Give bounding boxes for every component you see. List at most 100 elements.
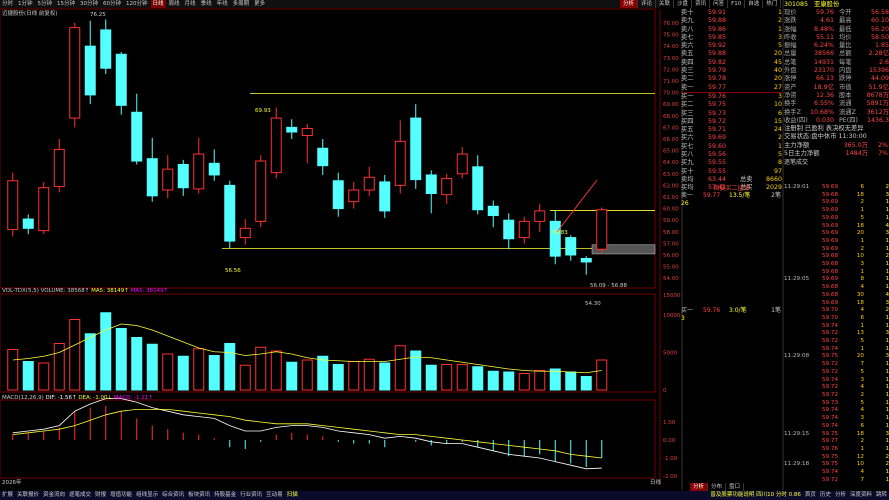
- tick-cell: 5: [860, 214, 864, 221]
- bottom-item-10[interactable]: 行业资讯: [238, 491, 264, 500]
- box-range-label: 56.09 - 56.88: [590, 283, 627, 289]
- tick-row: 59.68 30 4: [784, 292, 889, 300]
- candle-body: [69, 27, 81, 119]
- tick-cell: 59.68: [821, 191, 838, 198]
- candle-body: [146, 158, 158, 197]
- bottom-right-tab-1[interactable]: 分布: [708, 483, 727, 491]
- tick-cell: 59.68: [821, 291, 838, 298]
- macd-tick: 0.00: [663, 438, 676, 444]
- tick-cell: [784, 261, 812, 269]
- bid-volume: 15: [773, 117, 782, 125]
- quote-cell: 总笔: [784, 58, 797, 66]
- bottom-item-4[interactable]: 财报: [93, 491, 108, 500]
- tick-cell: 59.72: [821, 361, 838, 368]
- quote-cell: 每笔: [839, 58, 852, 66]
- candle-body: [208, 162, 220, 176]
- bottom-item-5[interactable]: 增值功能: [108, 491, 134, 500]
- bottom-right-item-1[interactable]: 历史: [818, 491, 833, 500]
- quote-cell: 换手: [784, 100, 797, 108]
- box-top-label: 59.83: [552, 230, 568, 236]
- quote-cell: 2.6: [878, 58, 889, 66]
- tick-cell: [784, 230, 812, 238]
- ask-price: 59.79: [708, 67, 727, 75]
- quote-cell: 均价: [839, 33, 852, 41]
- quote-cell: 51.9亿: [868, 83, 889, 91]
- tick-cell: 3: [860, 415, 864, 422]
- candle-body: [286, 126, 298, 133]
- bid-row: 买八 59.56 5: [681, 151, 782, 159]
- bottom-item-0[interactable]: 扩展: [0, 491, 15, 500]
- volume-bar: [456, 364, 468, 391]
- bottom-item-2[interactable]: 资金流向: [41, 491, 67, 500]
- bottom-item-7[interactable]: 综合资讯: [160, 491, 186, 500]
- bottom-right-item-3[interactable]: 深度资料: [848, 491, 874, 500]
- tick-cell: 59.69: [821, 230, 838, 237]
- ask-row: 卖三 59.79 40: [681, 67, 782, 75]
- bottom-item-9[interactable]: 持股基金: [212, 491, 238, 500]
- ask-price: 59.92: [708, 42, 727, 50]
- ask-label: 卖四: [681, 58, 694, 66]
- volume-bar: [301, 359, 313, 391]
- candle-body: [379, 181, 391, 212]
- tick-row: 59.74 1 1: [784, 346, 889, 354]
- quote-cell: 0.030: [815, 116, 834, 124]
- bid-price: 59.75: [708, 101, 727, 109]
- bid-price: 59.60: [708, 142, 727, 150]
- candle-body: [580, 257, 592, 263]
- quote-row: 收益(四) 0.030 PE(四) 1436.3: [784, 117, 889, 125]
- tick-cell: 59.77: [821, 438, 838, 445]
- tick-row: 59.75 12 2: [784, 454, 889, 462]
- quote-row: 外盘 23170 内盘 15396: [784, 67, 889, 75]
- volume-bar: [503, 371, 515, 391]
- bottom-item-1[interactable]: 关联报价: [15, 491, 41, 500]
- tick-cell: 1: [860, 237, 864, 244]
- tick-cell: 3: [885, 353, 889, 360]
- tick-cell: 2: [885, 184, 889, 190]
- tick-cell: 18: [856, 222, 864, 229]
- bottom-item-8[interactable]: 板块资讯: [186, 491, 212, 500]
- tick-cell: 59.74: [821, 345, 838, 352]
- bottom-right-item-4[interactable]: 跳转: [874, 491, 889, 500]
- stock-name[interactable]: 亚康股份: [814, 0, 839, 9]
- y-tick: 71.00: [663, 79, 679, 85]
- tick-row: 59.74 6 1: [784, 423, 889, 431]
- tick-cell: 2: [885, 253, 889, 260]
- tick-row: 59.74 4 1: [784, 407, 889, 415]
- macd-info: MACD(12,26,9) DIF: -1.56↑ DEA: -1.00↓ MA…: [2, 395, 153, 401]
- bottom-item-3[interactable]: 逐笔成交: [67, 491, 93, 500]
- volume-bar: [224, 343, 236, 391]
- quote-cell: 14931: [813, 58, 834, 66]
- vol-tick: 5000: [663, 351, 677, 357]
- quote-cell: 59.76: [815, 9, 834, 16]
- ask-price: 59.88: [708, 50, 727, 58]
- tick-row: 59.73 5 1: [784, 400, 889, 408]
- quote-row: 总笔 14931 每笔 2.6: [784, 59, 889, 67]
- y-tick: 59.00: [663, 218, 679, 224]
- tick-cell: [784, 438, 812, 446]
- tick-cell: 59.75: [821, 461, 838, 468]
- tick-cell: [784, 330, 812, 338]
- bid-volume: 97: [773, 167, 782, 175]
- ask-volume: 1: [777, 9, 782, 16]
- flow-value: 365.0万: [843, 141, 868, 149]
- bottom-right-item-2[interactable]: 分析: [833, 491, 848, 500]
- bottom-right-tab-2[interactable]: 盘口: [726, 483, 745, 491]
- tick-cell: 1: [885, 268, 889, 275]
- tick-cell: 59.74: [821, 415, 838, 422]
- tick-cell: 59.69: [821, 207, 838, 214]
- macd-val: MACD: -1.11↑: [113, 395, 153, 401]
- tick-list[interactable]: 11:29:01 59.69 6 2 59.68 18 3 59.69 2 1 59.69 1 1 59.…: [784, 184, 889, 484]
- bottom-item-11[interactable]: 互动易: [264, 491, 285, 500]
- tick-cell: 59.72: [821, 368, 838, 375]
- tick-cell: 7: [860, 476, 864, 483]
- volume-bar: [22, 361, 34, 391]
- bid-row: 买五 59.71 24: [681, 126, 782, 134]
- tick-row: 11:29:08 59.75 20 3: [784, 353, 889, 361]
- tick-cell: 10: [856, 253, 864, 260]
- bottom-item-6[interactable]: 组线显示: [134, 491, 160, 500]
- volume-bar: [162, 353, 174, 391]
- bottom-right-tab-0[interactable]: 分析: [690, 483, 709, 491]
- bottom-right-item-0[interactable]: 首页: [803, 491, 818, 500]
- bottom-item-12[interactable]: 扫描: [285, 491, 300, 500]
- tick-cell: 1: [885, 445, 889, 452]
